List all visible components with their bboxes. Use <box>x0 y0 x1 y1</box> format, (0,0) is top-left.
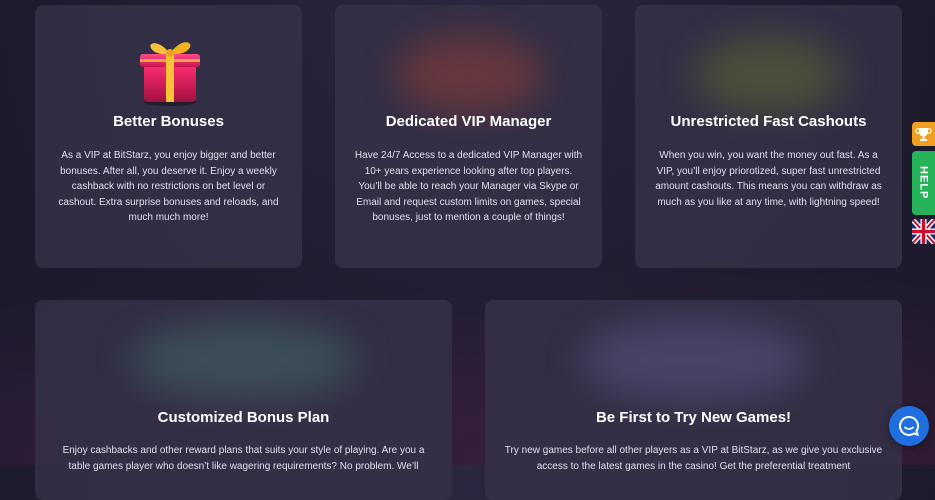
trophy-tab[interactable] <box>912 122 935 146</box>
card-title: Better Bonuses <box>113 113 224 130</box>
card-dedicated-vip-manager: Dedicated VIP Manager Have 24/7 Access t… <box>335 5 602 268</box>
help-tab[interactable]: HELP <box>912 151 935 215</box>
card-customized-bonus-plan: Customized Bonus Plan Enjoy cashbacks an… <box>35 300 452 500</box>
card-image-placeholder <box>693 35 844 115</box>
uk-flag-icon <box>912 219 935 244</box>
card-image-placeholder <box>393 35 544 115</box>
chat-icon <box>899 415 920 436</box>
card-title: Unrestricted Fast Cashouts <box>670 113 867 130</box>
language-tab[interactable] <box>912 219 935 244</box>
card-image-placeholder <box>128 320 359 400</box>
card-be-first-new-games: Be First to Try New Games! Try new games… <box>485 300 902 500</box>
card-better-bonuses: Better Bonuses As a VIP at BitStarz, you… <box>35 5 302 268</box>
card-title: Be First to Try New Games! <box>595 409 792 426</box>
card-text: Try new games before all other players a… <box>504 445 883 472</box>
card-title: Customized Bonus Plan <box>157 409 330 426</box>
chat-button[interactable] <box>889 406 929 446</box>
trophy-icon <box>915 128 932 141</box>
gift-icon <box>140 42 200 106</box>
card-text: As a VIP at BitStarz, you enjoy bigger a… <box>58 150 279 223</box>
card-image-placeholder <box>578 320 809 400</box>
card-text: When you win, you want the money out fas… <box>655 150 882 208</box>
card-unrestricted-fast-cashouts: Unrestricted Fast Cashouts When you win,… <box>635 5 902 268</box>
card-text: Enjoy cashbacks and other reward plans t… <box>62 445 425 472</box>
card-text: Have 24/7 Access to a dedicated VIP Mana… <box>354 150 583 223</box>
card-title: Dedicated VIP Manager <box>385 113 552 130</box>
help-label: HELP <box>917 166 930 200</box>
